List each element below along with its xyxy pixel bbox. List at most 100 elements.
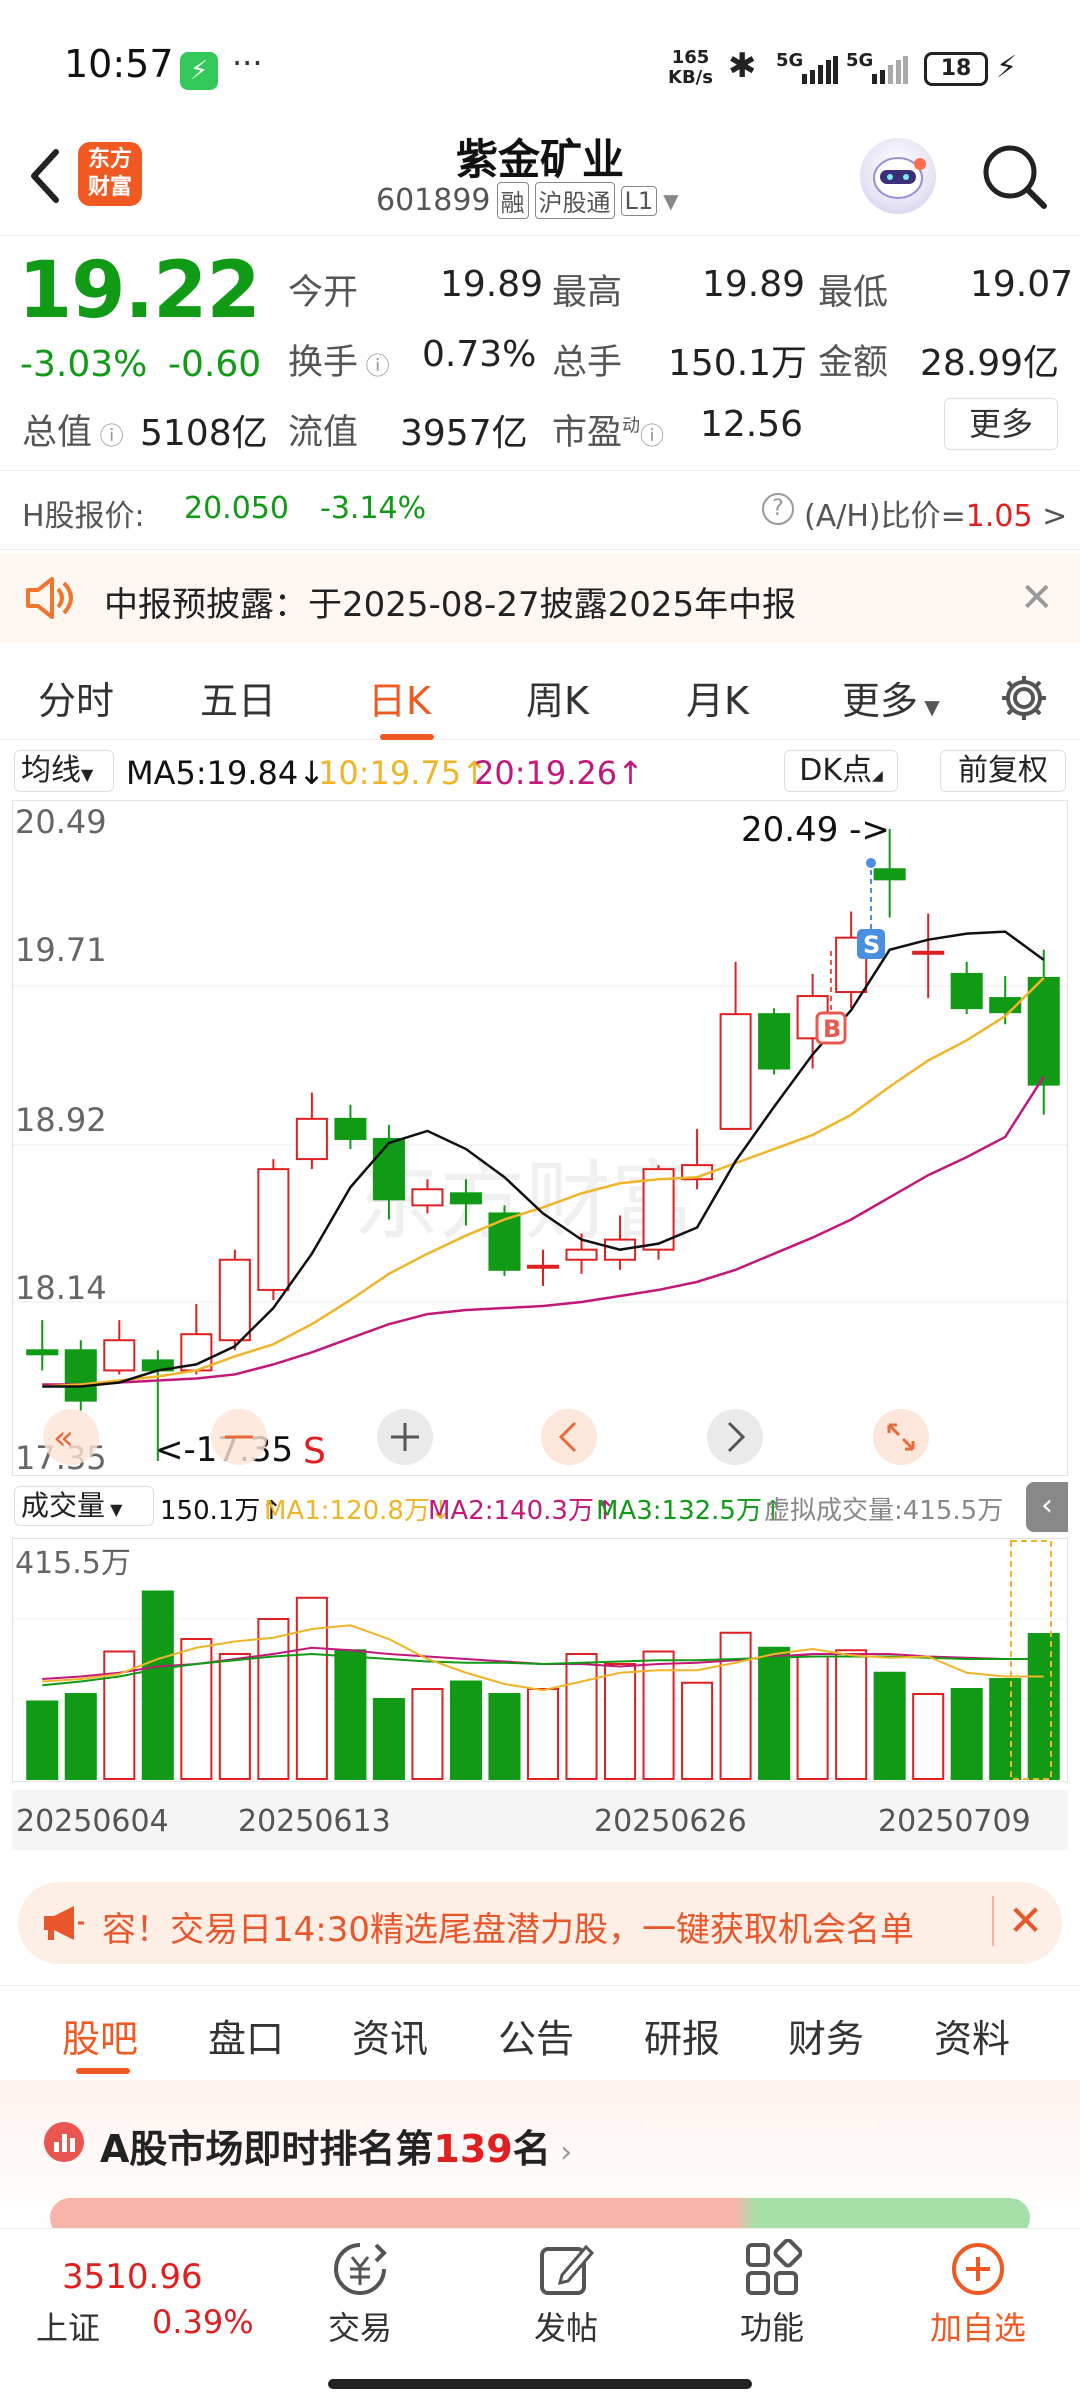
stock-code-row: 601899 融 沪股通 L1 ▼ xyxy=(376,182,679,219)
info-icon[interactable]: ⓘ xyxy=(640,422,664,450)
candle-body xyxy=(295,1117,328,1161)
nav-post[interactable]: 发帖 xyxy=(506,2239,626,2369)
fullscreen-button[interactable] xyxy=(873,1409,929,1465)
tab-daily-k[interactable]: 日K xyxy=(368,670,431,725)
close-icon[interactable]: ✕ xyxy=(1020,575,1054,621)
nav-function[interactable]: 功能 xyxy=(712,2238,832,2369)
candle-body xyxy=(103,1339,136,1372)
candle xyxy=(1027,949,1060,1115)
collapse-left-button[interactable]: « xyxy=(43,1409,99,1465)
ma-selector[interactable]: 均线▼ xyxy=(14,750,114,792)
tab-more[interactable]: 更多 ▼ xyxy=(842,670,940,725)
tab-profile[interactable]: 资料 xyxy=(934,2008,1010,2063)
volume-chart[interactable]: 415.5万 xyxy=(12,1538,1068,1782)
change-amount: -0.60 xyxy=(168,344,262,385)
volume-selector[interactable]: 成交量 ▼ xyxy=(14,1486,154,1526)
h-share-price: 20.050 xyxy=(184,491,289,526)
pe-label: 市盈动ⓘ xyxy=(552,413,665,453)
candle-body xyxy=(218,1258,251,1342)
rank-card[interactable]: A股市场即时排名第139名 › xyxy=(0,2080,1080,2238)
h-share-label: H股报价: xyxy=(22,499,145,534)
candle-body xyxy=(26,1349,59,1356)
dropdown-triangle-icon[interactable]: ▼ xyxy=(663,189,678,213)
search-button[interactable] xyxy=(978,140,1050,212)
status-bar: 10:57 ⚡ ··· 165 KB/s ✱ 5G 5G 18 ⚡ xyxy=(0,0,1080,130)
tab-five-day[interactable]: 五日 xyxy=(200,670,276,725)
promo-banner[interactable]: 容！交易日14:30精选尾盘潜力股，一键获取机会名单 ✕ xyxy=(18,1882,1062,1964)
sell-signal-text: S xyxy=(303,1431,326,1472)
connect-tag: 沪股通 xyxy=(534,182,615,219)
candle-body xyxy=(912,950,945,955)
candle-body xyxy=(758,1013,791,1070)
volume-bar xyxy=(449,1680,482,1780)
tab-guba[interactable]: 股吧 xyxy=(62,2008,138,2063)
prev-button[interactable] xyxy=(541,1409,597,1465)
candle-body xyxy=(449,1192,482,1205)
vol-ma2-readout: MA2:140.3万↑ xyxy=(428,1496,616,1526)
last-price: 19.22 xyxy=(18,246,261,336)
next-button[interactable] xyxy=(707,1409,763,1465)
yuan-trade-icon xyxy=(334,2243,387,2295)
help-icon[interactable]: ? xyxy=(762,493,794,525)
info-icon[interactable]: ⓘ xyxy=(92,422,124,450)
info-icon[interactable]: ⓘ xyxy=(358,352,390,380)
nav-trade[interactable]: 交易 xyxy=(300,2239,420,2369)
rank-text: A股市场即时排名第139名 › xyxy=(100,2127,573,2171)
svg-text:«: « xyxy=(53,1418,74,1458)
nav-add-watchlist[interactable]: 加自选 xyxy=(918,2239,1038,2369)
level-tag: L1 xyxy=(620,185,658,216)
tab-finance[interactable]: 财务 xyxy=(788,2008,864,2063)
ai-robot-icon[interactable] xyxy=(860,138,936,214)
candle xyxy=(950,961,983,1015)
home-indicator[interactable] xyxy=(328,2379,752,2389)
index-widget[interactable]: 3510.96 上证 0.39% xyxy=(0,2229,290,2379)
tab-weekly-k[interactable]: 周K xyxy=(526,670,589,725)
volume-bar xyxy=(411,1688,444,1780)
kline-svg: 东方财富 20.49 19.71 18.92 18.14 17.35 20.49… xyxy=(13,803,1067,1477)
max-price-note: 20.49 -> xyxy=(741,810,890,850)
zoom-out-button[interactable] xyxy=(211,1409,267,1465)
low-label: 最低 xyxy=(818,273,889,313)
kline-grid xyxy=(13,985,1067,1303)
candle-body xyxy=(488,1212,521,1271)
virtual-volume: 虚拟成交量:415.5万 xyxy=(764,1496,1004,1526)
tab-research[interactable]: 研报 xyxy=(644,2008,720,2063)
adjust-mode-button[interactable]: 前复权 xyxy=(940,750,1066,792)
volume-bar xyxy=(1027,1633,1060,1780)
quote-panel: 19.22 -3.03% -0.60 今开 19.89 最高 19.89 最低 … xyxy=(0,235,1080,465)
ma5-readout: MA5:19.84↓ xyxy=(126,754,326,792)
settings-gear-icon[interactable] xyxy=(998,672,1050,724)
float-value: 3957亿 xyxy=(400,413,528,454)
notice-banner[interactable]: 中报预披露：于2025-08-27披露2025年中报 ✕ xyxy=(0,553,1080,643)
notice-text: 中报预披露：于2025-08-27披露2025年中报 xyxy=(104,585,797,625)
volume-bar xyxy=(604,1663,637,1780)
battery-icon: 18 xyxy=(924,52,988,86)
y-tick-2: 19.71 xyxy=(15,931,107,969)
tab-order-book[interactable]: 盘口 xyxy=(208,2008,284,2063)
tab-intraday[interactable]: 分时 xyxy=(38,670,114,725)
zoom-in-button[interactable] xyxy=(377,1409,433,1465)
volume-bar xyxy=(526,1688,560,1780)
mktcap-label: 总值 ⓘ xyxy=(22,413,124,453)
candle xyxy=(912,913,945,999)
collapse-panel-button[interactable]: ‹ xyxy=(1026,1482,1068,1532)
tab-monthly-k[interactable]: 月K xyxy=(686,670,749,725)
more-button[interactable]: 更多 xyxy=(944,398,1058,450)
close-icon[interactable]: ✕ xyxy=(992,1896,1043,1946)
float-label: 流值 xyxy=(288,413,359,453)
bottom-nav: 3510.96 上证 0.39% 交易 发帖 功能 加自选 xyxy=(0,2228,1080,2400)
candle xyxy=(26,1320,59,1371)
mktcap-value: 5108亿 xyxy=(140,413,268,454)
volume-label: 总手 xyxy=(552,343,623,383)
dk-point-button[interactable]: DK点◢ xyxy=(784,750,898,792)
tab-announcements[interactable]: 公告 xyxy=(498,2008,574,2063)
tab-news[interactable]: 资讯 xyxy=(352,2008,428,2063)
y-tick-top: 20.49 xyxy=(15,803,107,841)
index-value: 3510.96 xyxy=(62,2257,203,2297)
index-change: 0.39% xyxy=(152,2303,254,2341)
h-share-row[interactable]: H股报价: 20.050 -3.14% ? (A/H)比价=1.05 > xyxy=(0,470,1080,550)
candle xyxy=(295,1092,328,1170)
open-value: 19.89 xyxy=(440,264,544,305)
volume-bar xyxy=(989,1678,1022,1780)
kline-chart[interactable]: 东方财富 20.49 19.71 18.92 18.14 17.35 20.49… xyxy=(12,800,1068,1477)
